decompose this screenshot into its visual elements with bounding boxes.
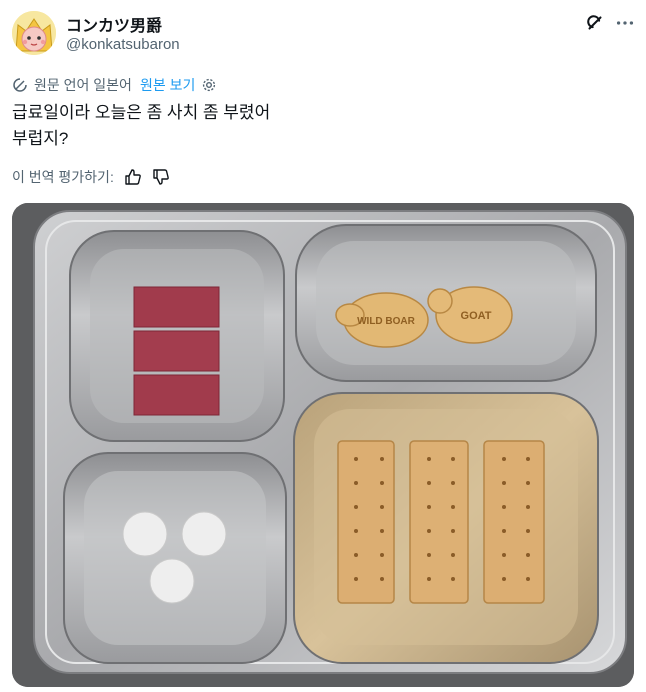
biscuit-dot — [451, 505, 455, 509]
biscuit-dot — [451, 481, 455, 485]
svg-text:WILD BOAR: WILD BOAR — [357, 316, 416, 327]
biscuit-dot — [427, 481, 431, 485]
post-text-line: 부럽지? — [12, 129, 69, 148]
biscuit-dot — [427, 505, 431, 509]
rate-translation-label: 이 번역 평가하기: — [12, 169, 114, 185]
biscuit-dot — [502, 457, 506, 461]
translate-icon — [13, 78, 27, 92]
biscuit-dot — [427, 529, 431, 533]
post-text-line: 급료일이라 오늘은 좀 사치 좀 부렸어 — [12, 103, 271, 122]
biscuit-dot — [380, 529, 384, 533]
biscuit-dot — [354, 457, 358, 461]
biscuit-dot — [451, 553, 455, 557]
biscuit-dot — [502, 553, 506, 557]
grok-icon[interactable] — [584, 12, 606, 34]
svg-text:GOAT: GOAT — [461, 310, 492, 322]
biscuit-dot — [354, 529, 358, 533]
biscuit-dot — [427, 577, 431, 581]
biscuit-dot — [502, 577, 506, 581]
biscuit-dot — [502, 505, 506, 509]
biscuit-dot — [427, 553, 431, 557]
biscuit-dot — [380, 457, 384, 461]
biscuit-dot — [380, 481, 384, 485]
biscuit-dot — [380, 505, 384, 509]
biscuit-dot — [427, 457, 431, 461]
lunch-tray-photo: WILD BOAR GOAT — [12, 203, 634, 687]
biscuit-dot — [502, 529, 506, 533]
biscuit-dot — [451, 577, 455, 581]
translation-bar: 원문 언어 일본어 원본 보기 — [12, 75, 217, 95]
biscuit-dot — [526, 553, 530, 557]
biscuit-dot — [354, 553, 358, 557]
biscuit-dot — [354, 505, 358, 509]
translation-source-label: 원문 언어 일본어 — [34, 77, 132, 93]
biscuit-dot — [526, 529, 530, 533]
thumbs-up-icon[interactable] — [124, 168, 142, 186]
more-icon[interactable] — [614, 12, 636, 34]
biscuit-dot — [354, 577, 358, 581]
settings-icon[interactable] — [201, 77, 217, 93]
biscuit-bars — [337, 440, 545, 604]
biscuit-dot — [502, 481, 506, 485]
post-image[interactable]: WILD BOAR GOAT — [12, 203, 634, 687]
biscuit-dot — [526, 457, 530, 461]
biscuit-dot — [451, 529, 455, 533]
jelly-slices — [133, 286, 220, 416]
author-display-name[interactable]: コンカツ男爵 — [66, 12, 162, 36]
biscuit-dot — [526, 481, 530, 485]
avatar[interactable] — [12, 11, 56, 55]
post-text: 급료일이라 오늘은 좀 사치 좀 부렸어 부럽지? — [12, 100, 270, 152]
author-handle[interactable]: @konkatsubaron — [66, 36, 180, 53]
biscuit-dot — [380, 577, 384, 581]
rate-translation: 이 번역 평가하기: — [12, 166, 170, 188]
thumbs-down-icon[interactable] — [152, 168, 170, 186]
biscuit-dot — [526, 505, 530, 509]
biscuit-dot — [354, 481, 358, 485]
avatar-illustration — [12, 11, 56, 55]
biscuit-dot — [451, 457, 455, 461]
biscuit-dot — [380, 553, 384, 557]
show-original-link[interactable]: 원본 보기 — [140, 75, 195, 95]
biscuit-dot — [526, 577, 530, 581]
